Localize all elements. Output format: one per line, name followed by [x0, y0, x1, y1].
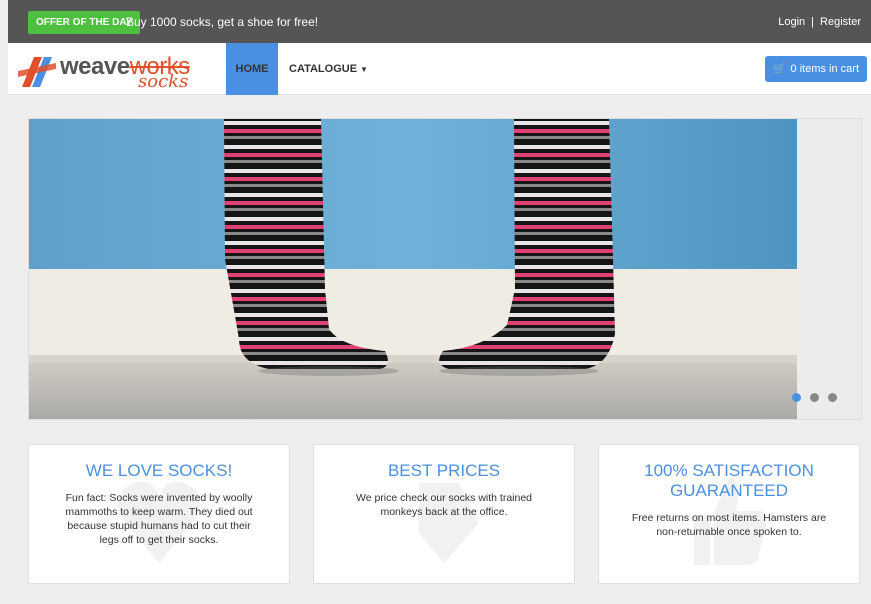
carousel-dot-1[interactable]: [792, 393, 801, 402]
feature-title: WE LOVE SOCKS!: [85, 461, 233, 480]
cart-button[interactable]: 🛒 0 items in cart: [764, 56, 867, 82]
logo[interactable]: weaveworks socks: [18, 51, 208, 92]
carousel-slide-image: [29, 119, 797, 419]
feature-text: Fun fact: Socks were invented by woolly …: [65, 492, 253, 546]
feature-box-guarantee: 100% SATISFACTION GUARANTEED Free return…: [598, 444, 860, 584]
logo-word-socks: socks: [138, 71, 189, 92]
logo-mark-icon: [18, 57, 56, 87]
hero-carousel[interactable]: [28, 118, 862, 420]
carousel-dot-3[interactable]: [828, 393, 837, 402]
feature-box-socks: WE LOVE SOCKS! Fun fact: Socks were inve…: [28, 444, 290, 584]
nav-home[interactable]: HOME: [226, 43, 278, 95]
feature-text: We price check our socks with trained mo…: [355, 492, 533, 518]
offer-text: Buy 1000 socks, get a shoe for free!: [126, 15, 319, 29]
auth-separator: |: [811, 16, 815, 28]
cart-label: 0 items in cart: [790, 63, 859, 75]
feature-title: 100% SATISFACTION GUARANTEED: [644, 461, 814, 500]
offer-badge[interactable]: OFFER OF THE DAY: [28, 11, 141, 34]
nav-catalogue-label: CATALOGUE: [289, 63, 358, 75]
feature-title: BEST PRICES: [387, 461, 501, 480]
carousel-indicators: [792, 389, 846, 407]
login-link[interactable]: Login: [778, 16, 805, 28]
auth-links: Login | Register: [778, 11, 861, 34]
carousel-dot-2[interactable]: [810, 393, 819, 402]
shopping-cart-icon: 🛒: [772, 63, 787, 75]
caret-down-icon: ▼: [360, 65, 368, 74]
navbar: weaveworks socks HOME CATALOGUE ▼ 🛒 0 item…: [8, 43, 871, 95]
nav-catalogue[interactable]: CATALOGUE ▼: [289, 43, 368, 95]
feature-box-prices: BEST PRICES We price check our socks wit…: [313, 444, 575, 584]
logo-word-weave: weave: [60, 53, 130, 80]
feature-text: Free returns on most items. Hamsters are…: [631, 512, 827, 538]
top-bar: OFFER OF THE DAY Buy 1000 socks, get a s…: [8, 0, 871, 43]
register-link[interactable]: Register: [820, 16, 861, 28]
